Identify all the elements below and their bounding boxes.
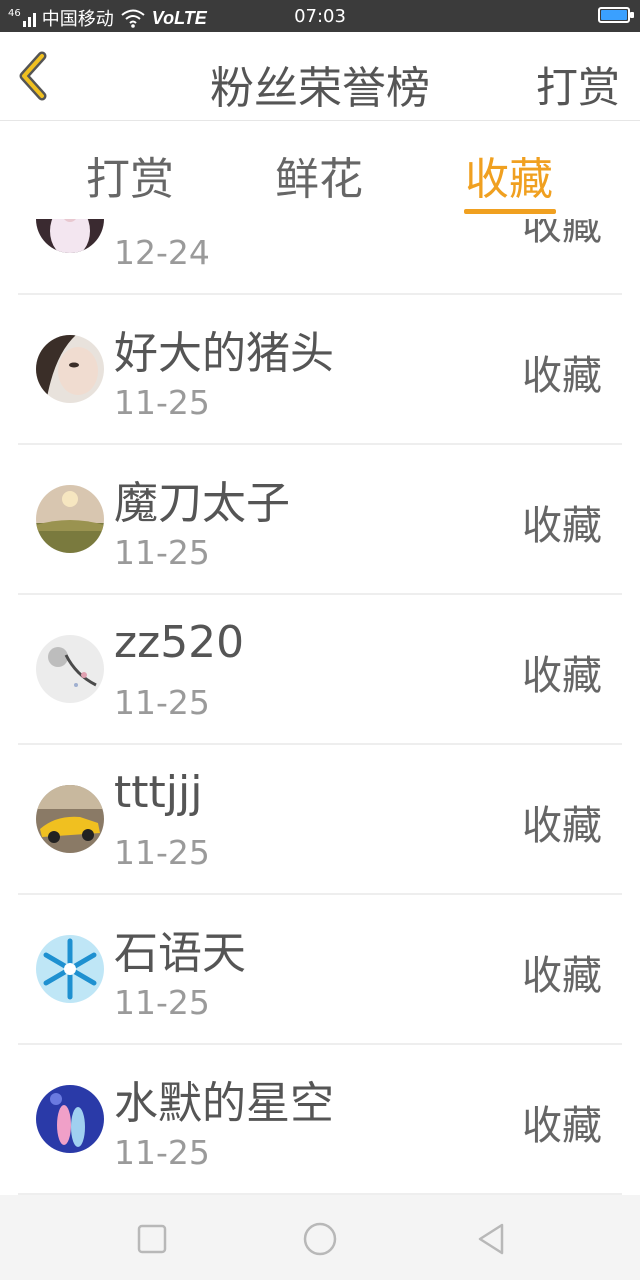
user-name: 石语天 [114,928,246,979]
user-name: tttjjj [114,767,203,818]
active-tab-indicator [464,209,556,214]
user-avatar [36,635,104,703]
list-item[interactable]: 水默的星空 11-25 收藏 [18,1043,622,1195]
item-date: 11-25 [114,533,210,572]
list-item[interactable]: tttjjj 11-25 收藏 [18,743,622,895]
item-date: 11-25 [114,1133,210,1172]
triangle-back-icon[interactable] [472,1219,512,1259]
item-type: 收藏 [522,653,602,699]
list-item[interactable]: zz520 11-25 收藏 [18,593,622,745]
item-type: 收藏 [522,953,602,999]
user-name: zz520 [114,617,245,668]
item-date: 11-25 [114,983,210,1022]
fan-list: 12-24 收藏 好大的猪头 11-25 收藏 魔刀太子 11-25 收藏 zz… [0,219,640,1195]
tab-favorites[interactable]: 收藏 [465,143,553,207]
user-avatar [36,485,104,553]
item-type: 收藏 [522,803,602,849]
user-avatar [36,935,104,1003]
list-item[interactable]: 魔刀太子 11-25 收藏 [18,443,622,595]
user-avatar [36,335,104,403]
user-avatar [36,219,104,253]
status-bar: 46 中国移动 VoLTE 07:03 [0,0,640,32]
app-header: 粉丝荣誉榜 打赏 [0,32,640,121]
user-name: 水默的星空 [114,1078,334,1129]
user-name: 魔刀太子 [114,478,290,529]
status-time: 07:03 [294,6,346,27]
item-type: 收藏 [522,219,602,249]
tab-reward[interactable]: 打赏 [86,143,174,207]
item-type: 收藏 [522,503,602,549]
item-date: 12-24 [114,233,210,272]
list-item[interactable]: 石语天 11-25 收藏 [18,893,622,1045]
list-item[interactable]: 12-24 收藏 [18,219,622,295]
user-avatar [36,785,104,853]
system-nav-bar [0,1195,640,1280]
battery-icon [598,7,634,23]
item-date: 11-25 [114,683,210,722]
reward-button[interactable]: 打赏 [536,54,620,115]
user-name: 好大的猪头 [114,328,334,379]
list-item[interactable]: 好大的猪头 11-25 收藏 [18,293,622,445]
circle-icon[interactable] [300,1219,340,1259]
tab-bar: 打赏 鲜花 收藏 [0,121,640,220]
item-type: 收藏 [522,1103,602,1149]
item-type: 收藏 [522,353,602,399]
item-date: 11-25 [114,833,210,872]
square-icon[interactable] [132,1219,172,1259]
item-date: 11-25 [114,383,210,422]
user-avatar [36,1085,104,1153]
tab-flowers[interactable]: 鲜花 [275,143,363,207]
